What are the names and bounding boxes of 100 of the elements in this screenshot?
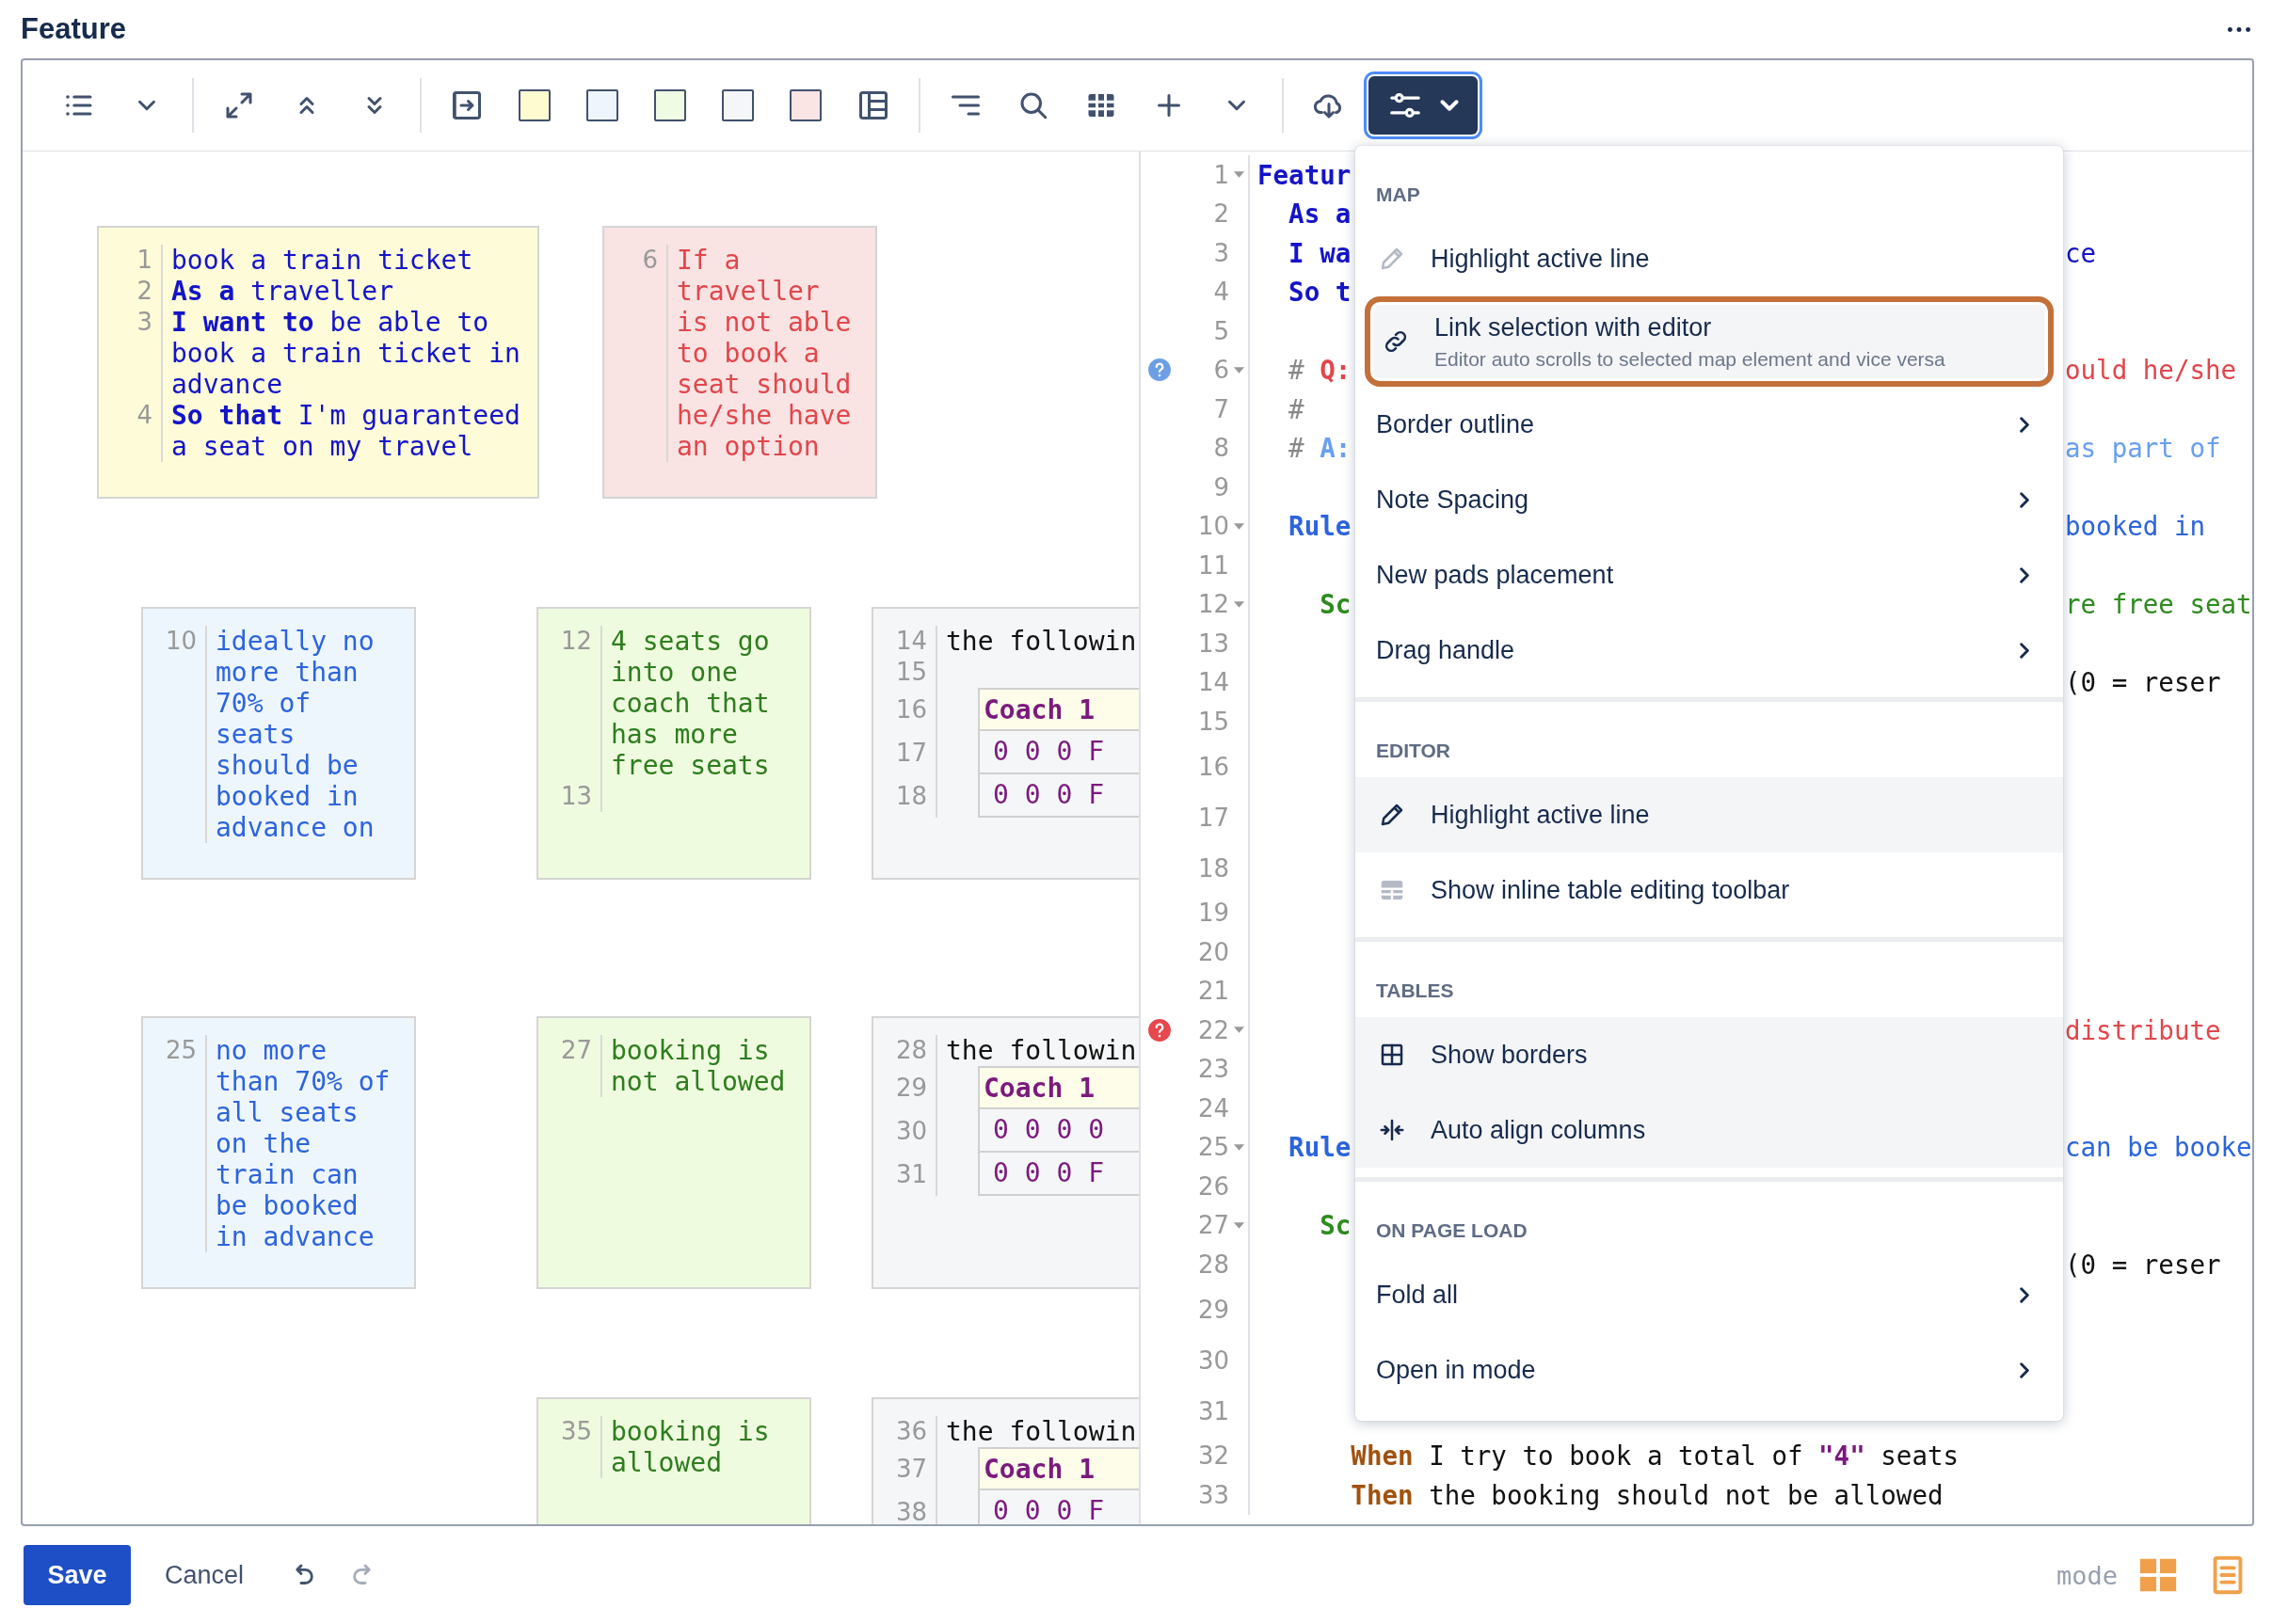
caret-icon[interactable] xyxy=(1232,1142,1245,1152)
menu-item[interactable]: Highlight active line xyxy=(1355,777,2063,852)
note-text: If a traveller is not able to book a seat should he/she have an option xyxy=(677,245,852,462)
page-title: Feature xyxy=(21,12,126,46)
caret-icon xyxy=(137,100,156,111)
line-number: 37 xyxy=(894,1454,928,1485)
menu-section-heading: TABLES xyxy=(1375,979,1455,1003)
note-text: the followin xyxy=(946,1035,1137,1066)
line-number: 33 xyxy=(1196,1480,1229,1509)
line-number: 35 xyxy=(559,1416,593,1447)
line-number: 29 xyxy=(1196,1295,1229,1324)
save-button[interactable]: Save xyxy=(24,1545,131,1605)
line-number: 38 xyxy=(894,1497,928,1524)
line-number: 30 xyxy=(894,1116,928,1147)
code-text: as part of xyxy=(2065,433,2221,464)
help-icon[interactable] xyxy=(1147,1017,1172,1043)
chevron-right-icon xyxy=(2020,1286,2029,1303)
note-text: book a train ticket xyxy=(171,245,473,276)
table-cell: 0 0 0 F xyxy=(978,731,1139,774)
note-text: the followin xyxy=(946,626,1137,657)
line-number: 9 xyxy=(1212,472,1229,502)
line-number: 5 xyxy=(1212,316,1229,345)
line-number: 17 xyxy=(894,738,928,769)
note-card[interactable]: 25 no more than 70% of all seats on the train can be booked in advance xyxy=(141,1016,416,1289)
line-number: 18 xyxy=(894,781,928,812)
line-number: 4 xyxy=(136,400,153,431)
line-number: 22 xyxy=(1196,1015,1229,1044)
help-icon[interactable] xyxy=(1147,358,1172,383)
line-number: 30 xyxy=(1196,1345,1229,1375)
line-number: 19 xyxy=(1196,899,1229,928)
table-header-cell: Coach 1 xyxy=(978,688,1139,731)
code-line: Then the booking should not be allowed xyxy=(1248,1475,2065,1515)
menu-item[interactable]: Show borders xyxy=(1355,1017,2063,1092)
line-number: 8 xyxy=(1212,434,1229,463)
arrow-box-icon xyxy=(450,88,484,122)
note-color-swatch[interactable] xyxy=(654,89,686,121)
note-text: the followin xyxy=(946,1416,1137,1447)
note-card[interactable]: 1 book a train ticket 2 As a traveller 3 I want to be able to book a train ticket in advance 4 So that I'm guaranteed a seat on my travel xyxy=(97,226,539,499)
more-icon[interactable] xyxy=(2227,25,2251,33)
menu-section-heading: ON PAGE LOAD xyxy=(1375,1218,1528,1243)
line-number: 28 xyxy=(894,1035,928,1066)
note-card[interactable]: 36 the followin 37 Coach 1 38 0 0 0 F xyxy=(872,1397,1139,1524)
table-cell: 0 0 0 F xyxy=(978,774,1139,818)
line-number: 13 xyxy=(1196,629,1229,658)
line-number: 36 xyxy=(894,1416,928,1447)
cancel-button[interactable]: Cancel xyxy=(150,1545,260,1605)
chevron-right-icon xyxy=(2020,642,2029,659)
note-color-swatch[interactable] xyxy=(722,89,754,121)
note-color-swatch[interactable] xyxy=(790,89,822,121)
note-text: booking is not allowed xyxy=(611,1035,786,1097)
note-card[interactable]: 10 ideally no more than 70% of seats should be booked in advance on xyxy=(141,607,416,880)
line-number: 13 xyxy=(559,781,593,812)
line-number: 26 xyxy=(1196,1171,1229,1201)
note-text: I want to be able to book a train ticket in advance xyxy=(171,307,520,400)
caret-icon[interactable] xyxy=(1232,1220,1245,1230)
menu-item[interactable]: Fold all xyxy=(1355,1257,2063,1332)
line-number: 23 xyxy=(1196,1055,1229,1084)
line-number: 12 xyxy=(559,626,593,657)
line-number: 4 xyxy=(1212,278,1229,307)
caret-icon[interactable] xyxy=(1232,1026,1245,1035)
line-number: 24 xyxy=(1196,1093,1229,1122)
line-number: 25 xyxy=(164,1035,198,1066)
caret-icon[interactable] xyxy=(1232,599,1245,609)
note-color-swatch[interactable] xyxy=(519,89,551,121)
note-card[interactable]: 28 the followin 29 Coach 1 30 0 0 0 0 31 0 0 0 F xyxy=(872,1016,1139,1289)
line-number: 6 xyxy=(1212,356,1229,385)
line-number: 1 xyxy=(1212,160,1229,189)
note-card[interactable]: 14 the followin 15 16 Coach 1 17 0 0 0 F 18 0 0 0 F xyxy=(872,607,1139,880)
note-card[interactable]: 27 booking is not allowed xyxy=(536,1016,811,1289)
line-number: 15 xyxy=(894,657,928,688)
note-card[interactable]: 35 booking is allowed xyxy=(536,1397,811,1524)
table-header-cell: Coach 1 xyxy=(978,1066,1139,1109)
menu-item[interactable]: Link selection with editor Editor auto scrolls to selected map element and vice versa xyxy=(1365,296,2054,387)
note-text: booking is allowed xyxy=(611,1416,770,1478)
line-number: 16 xyxy=(1196,752,1229,781)
menu-item[interactable]: Show inline table editing toolbar xyxy=(1355,852,2063,928)
menu-item[interactable]: Auto align columns xyxy=(1355,1092,2063,1168)
code-text: ould he/she xyxy=(2065,355,2237,386)
caret-icon xyxy=(1440,100,1459,111)
line-number: 31 xyxy=(894,1159,928,1190)
note-color-swatch[interactable] xyxy=(586,89,618,121)
table-cell: 0 0 0 0 xyxy=(978,1109,1139,1153)
caret-icon[interactable] xyxy=(1232,521,1245,531)
chevron-right-icon xyxy=(2020,491,2029,508)
caret-icon[interactable] xyxy=(1232,170,1245,180)
code-text: can be booke xyxy=(2065,1132,2252,1163)
menu-item[interactable]: Open in mode xyxy=(1355,1332,2063,1408)
line-number: 20 xyxy=(1196,937,1229,966)
line-number: 27 xyxy=(559,1035,593,1066)
line-number: 28 xyxy=(1196,1250,1229,1279)
note-text: As a traveller xyxy=(171,276,393,307)
note-card[interactable]: 12 4 seats go into one coach that has more free seats 13 xyxy=(536,607,811,880)
line-number: 3 xyxy=(1212,238,1229,267)
line-number: 1 xyxy=(136,245,153,276)
line-number: 2 xyxy=(1212,199,1229,229)
table-header-cell: Coach 1 xyxy=(978,1447,1139,1490)
line-number: 25 xyxy=(1196,1133,1229,1162)
line-number: 10 xyxy=(1196,512,1229,541)
note-text: no more than 70% of all seats on the train can be booked in advance xyxy=(216,1035,391,1252)
caret-icon[interactable] xyxy=(1232,365,1245,374)
